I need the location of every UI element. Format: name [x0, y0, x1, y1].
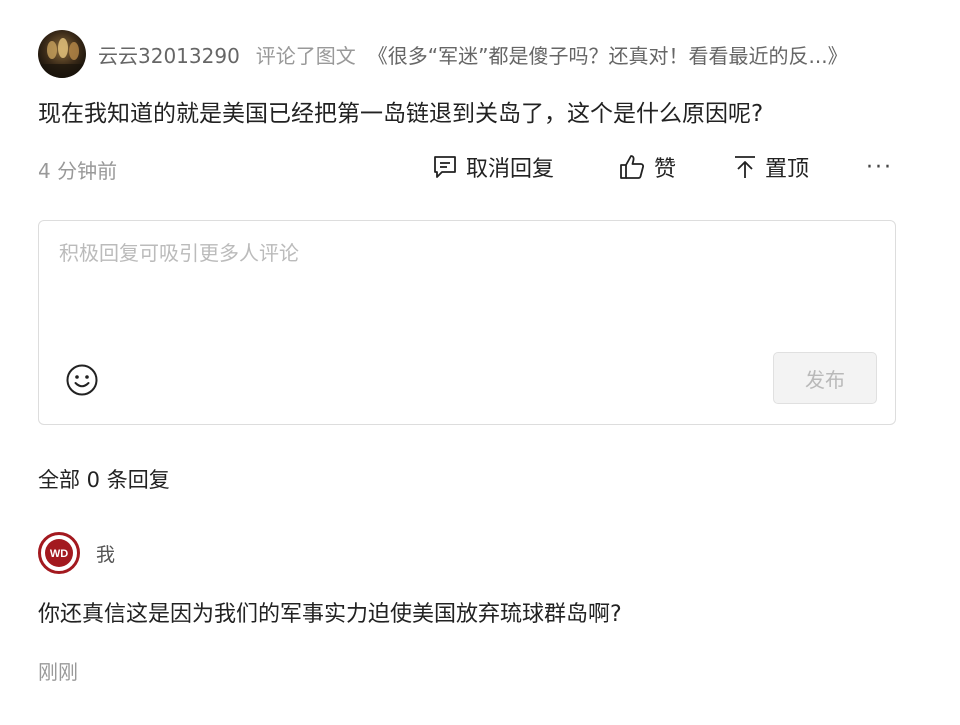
smiley-icon [66, 364, 98, 396]
cancel-reply-label: 取消回复 [466, 157, 555, 182]
reply-time: 刚刚 [38, 660, 78, 684]
reply-input[interactable] [59, 237, 877, 347]
pin-top-icon [735, 156, 755, 178]
article-title-link[interactable]: 《很多“军迷”都是傻子吗？还真对！看看最近的反...》 [368, 40, 848, 69]
comment-icon [434, 156, 456, 178]
wd-logo-avatar-icon: WD [38, 532, 80, 574]
replies-count: 全部 0 条回复 [38, 468, 170, 492]
comment-detail-page: 云云32013290 评论了图文 《很多“军迷”都是傻子吗？还真对！看看最近的反… [0, 0, 960, 725]
user-photo-avatar-icon [38, 30, 86, 78]
reply-avatar[interactable]: WD [38, 532, 80, 574]
pin-label: 置顶 [765, 157, 810, 182]
reply-box: 发布 [38, 220, 896, 425]
comment-time: 4 分钟前 [38, 159, 118, 183]
comment-action-text: 评论了图文 [255, 43, 356, 68]
more-options-button[interactable]: ··· [866, 150, 893, 184]
like-button[interactable]: 赞 [618, 150, 676, 184]
user-avatar[interactable] [38, 30, 86, 78]
reply-text: 你还真信这是因为我们的军事实力迫使美国放弃琉球群岛啊? [38, 602, 622, 627]
cancel-reply-button[interactable]: 取消回复 [432, 150, 554, 184]
like-label: 赞 [654, 157, 677, 182]
reply-header: WD 我 [38, 532, 115, 574]
comment-username[interactable]: 云云32013290 [98, 40, 240, 69]
reply-username[interactable]: 我 [96, 540, 115, 567]
emoji-button[interactable] [65, 363, 99, 397]
publish-button[interactable]: 发布 [773, 352, 877, 404]
comment-text: 现在我知道的就是美国已经把第一岛链退到关岛了，这个是什么原因呢? [38, 101, 764, 127]
svg-text:WD: WD [50, 548, 68, 560]
thumbs-up-icon [620, 155, 645, 179]
comment-header: 云云32013290 评论了图文 《很多“军迷”都是傻子吗？还真对！看看最近的反… [38, 30, 848, 78]
pin-button[interactable]: 置顶 [733, 150, 809, 184]
